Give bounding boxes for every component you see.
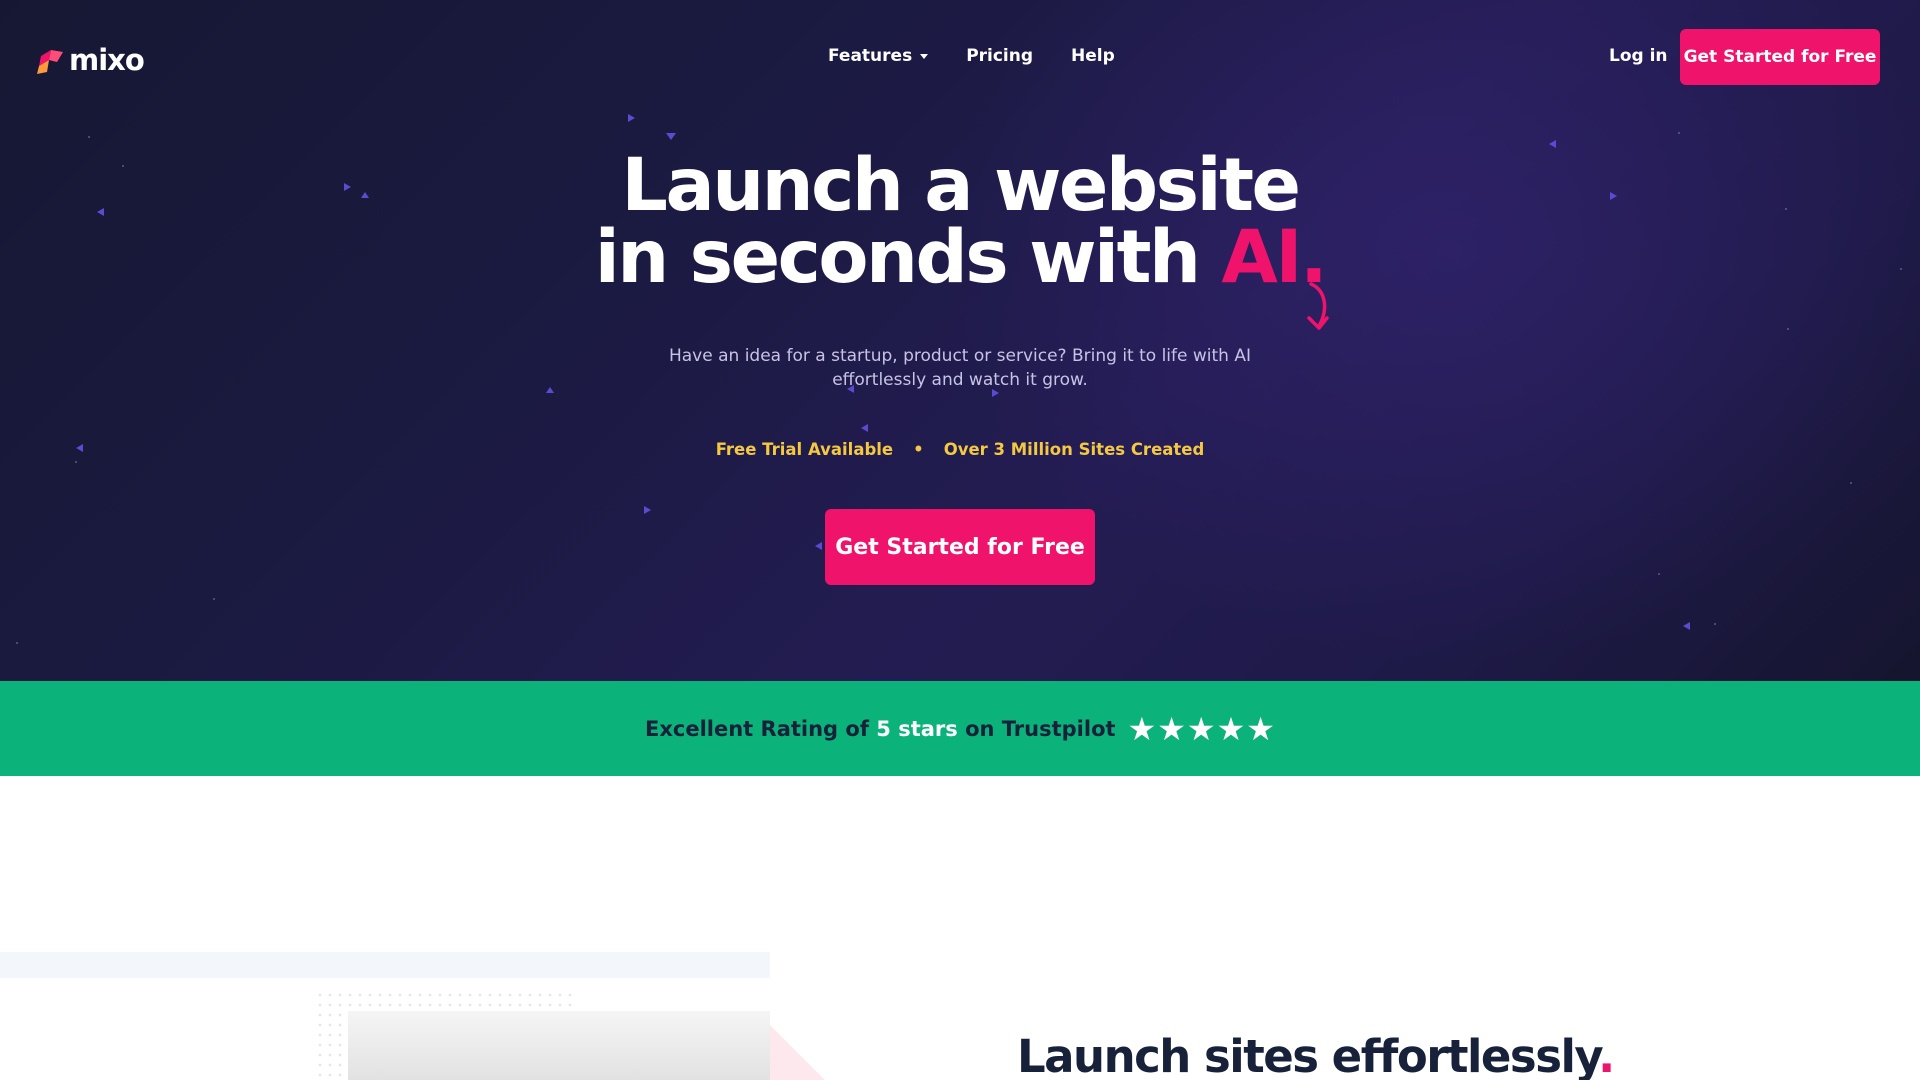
hero-section: mixo Features Pricing Help Log in Get St… xyxy=(0,0,1920,681)
star-dot xyxy=(16,642,18,644)
star-dot xyxy=(1787,328,1789,330)
particle xyxy=(1610,192,1617,200)
star-dot xyxy=(122,165,124,167)
nav-pricing-label: Pricing xyxy=(966,46,1034,66)
particle xyxy=(1683,622,1690,630)
star-dot xyxy=(213,598,215,600)
section-title-dot: . xyxy=(1598,1030,1615,1080)
star-icon: ★ xyxy=(1186,709,1216,748)
star-dot xyxy=(1714,623,1716,625)
nav-pricing[interactable]: Pricing xyxy=(966,46,1033,66)
star-dot xyxy=(75,461,77,463)
particle xyxy=(666,133,676,140)
particle xyxy=(76,444,83,452)
trust-highlight: 5 stars xyxy=(876,716,958,741)
hero-get-started-button[interactable]: Get Started for Free xyxy=(825,509,1095,585)
hero-headline: Launch a website in seconds with AI. xyxy=(560,149,1360,294)
logo-text: mixo xyxy=(69,43,145,77)
star-dot xyxy=(88,136,90,138)
trustpilot-rating-text[interactable]: Excellent Rating of 5 stars on Trustpilo… xyxy=(645,717,1116,741)
nav-get-started-button[interactable]: Get Started for Free xyxy=(1680,29,1880,85)
section-title-text: Launch sites effortlessly xyxy=(1017,1030,1600,1080)
star-icon: ★ xyxy=(1127,709,1157,748)
nav-help[interactable]: Help xyxy=(1071,46,1115,66)
trust-prefix: Excellent Rating of xyxy=(645,716,877,741)
particle xyxy=(628,114,635,122)
logo[interactable]: mixo xyxy=(37,43,145,77)
login-link[interactable]: Log in xyxy=(1609,46,1668,66)
star-icon: ★ xyxy=(1157,709,1186,748)
hero-subtitle: Have an idea for a startup, product or s… xyxy=(668,346,1251,390)
star-dot xyxy=(1850,482,1852,484)
nav-help-label: Help xyxy=(1071,46,1115,66)
particle xyxy=(644,506,651,514)
preview-image xyxy=(348,1011,770,1080)
particle xyxy=(1549,140,1556,148)
hero-features: Free Trial Available • Over 3 Million Site… xyxy=(560,440,1360,459)
star-dot xyxy=(1678,132,1680,134)
preview-browser-bar xyxy=(0,952,770,978)
particle xyxy=(861,424,868,432)
star-icon: ★ xyxy=(1216,709,1246,748)
chevron-down-icon xyxy=(920,53,929,59)
feature-separator: • xyxy=(913,440,924,459)
particle xyxy=(546,387,554,393)
rating-stars: ★ ★ ★ ★ ★ xyxy=(1128,713,1275,745)
particle xyxy=(97,208,104,216)
nav-features-label: Features xyxy=(828,46,913,66)
star-dot xyxy=(1785,208,1787,210)
feature-sites-created: Over 3 Million Sites Created xyxy=(943,440,1205,459)
star-dot xyxy=(1658,573,1660,575)
curved-arrow-icon xyxy=(1307,282,1329,330)
star-icon: ★ xyxy=(1246,709,1275,748)
trustpilot-band: Excellent Rating of 5 stars on Trustpilo… xyxy=(0,681,1920,776)
main-nav: Features Pricing Help xyxy=(828,46,1115,66)
decorative-shape xyxy=(770,1025,825,1080)
particle xyxy=(815,542,822,550)
particle xyxy=(361,192,369,198)
star-dot xyxy=(1900,268,1902,270)
headline-line-2: in seconds with xyxy=(594,215,1222,300)
particle xyxy=(344,183,351,191)
section-title: Launch sites effortlessly. xyxy=(1017,1030,1615,1080)
mixo-logo-icon xyxy=(37,50,63,74)
nav-features[interactable]: Features xyxy=(828,46,929,66)
feature-free-trial: Free Trial Available xyxy=(715,440,894,459)
trust-suffix: on Trustpilot xyxy=(957,716,1116,741)
